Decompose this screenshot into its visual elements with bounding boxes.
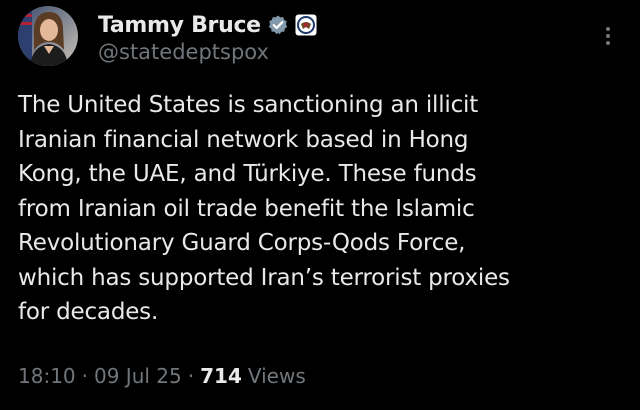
tweet-text-line: Revolutionary Guard Corps-Qods Force,: [18, 230, 466, 256]
views-label: Views: [247, 364, 306, 388]
state-department-seal-icon[interactable]: [295, 14, 317, 36]
tweet-text-line: The United States is sanctioning an illi…: [18, 92, 479, 118]
tweet-text-line: which has supported Iran’s terrorist pro…: [18, 264, 510, 291]
tweet-text-line: Iranian financial network based in Hong: [18, 126, 469, 153]
post-date[interactable]: 09 Jul 25: [94, 364, 182, 388]
tweet-text: The United States is sanctioning an illi…: [18, 88, 618, 330]
tweet-text-line: from Iranian oil trade benefit the Islam…: [18, 195, 475, 222]
more-dot: [606, 41, 610, 45]
tweet-meta: 18:10 · 09 Jul 25 · 714 Views: [18, 364, 306, 388]
gray-verified-badge-icon[interactable]: [267, 14, 289, 36]
post-time[interactable]: 18:10: [18, 364, 76, 388]
tweet-text-line: for decades.: [18, 299, 159, 325]
more-dot: [606, 34, 610, 38]
author-handle[interactable]: @statedeptspox: [98, 40, 269, 64]
tweet-card: Tammy Bruce @statedeptspox The United St…: [0, 0, 640, 410]
profile-photo-icon: [18, 6, 78, 66]
meta-separator: ·: [81, 364, 88, 388]
views-count[interactable]: 714: [200, 364, 242, 388]
tweet-text-line: Kong, the UAE, and Türkiye. These funds: [18, 161, 477, 187]
author-display-name[interactable]: Tammy Bruce: [98, 13, 261, 38]
more-options-icon[interactable]: [598, 22, 618, 50]
more-dot: [606, 27, 610, 31]
meta-separator: ·: [187, 364, 195, 388]
author-name-row: Tammy Bruce: [98, 8, 317, 42]
author-avatar[interactable]: [18, 6, 78, 66]
